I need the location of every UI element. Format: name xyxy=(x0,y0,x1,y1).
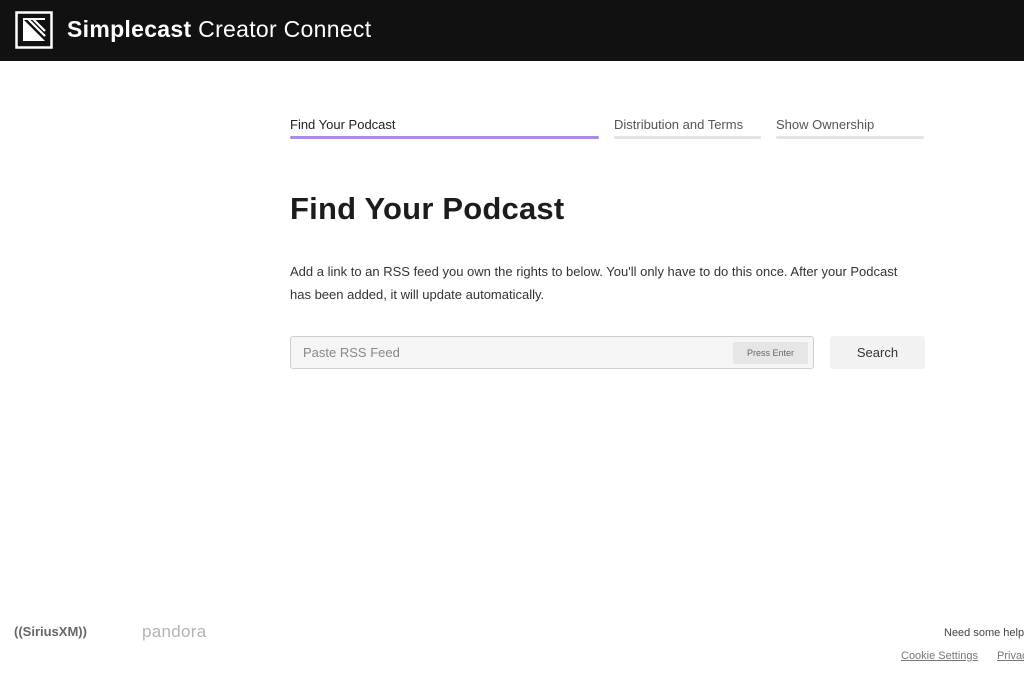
brand-name: Simplecast xyxy=(67,16,192,42)
siriusxm-logo: ((SiriusXM)) xyxy=(14,624,87,639)
brand-product: Creator Connect xyxy=(198,16,372,42)
help-text: Need some help xyxy=(944,627,1024,639)
rss-feed-input[interactable] xyxy=(291,337,721,368)
page-description: Add a link to an RSS feed you own the ri… xyxy=(290,264,898,302)
step-indicator xyxy=(290,136,599,139)
search-button[interactable]: Search xyxy=(830,336,925,369)
simplecast-logo-icon[interactable] xyxy=(15,11,53,49)
step-show-ownership[interactable]: Show Ownership xyxy=(776,117,924,139)
rss-feed-field: Press Enter xyxy=(290,336,814,369)
step-find-your-podcast[interactable]: Find Your Podcast xyxy=(290,117,599,139)
step-indicator xyxy=(776,136,924,139)
step-distribution-and-terms[interactable]: Distribution and Terms xyxy=(614,117,761,139)
pandora-logo: pandora xyxy=(142,622,207,641)
page-title: Find Your Podcast xyxy=(290,191,565,226)
top-bar: Simplecast Creator Connect xyxy=(0,0,1024,61)
brand-title: Simplecast Creator Connect xyxy=(67,16,371,43)
privacy-link[interactable]: Privacy xyxy=(997,650,1024,662)
step-label: Find Your Podcast xyxy=(290,117,396,132)
step-label: Show Ownership xyxy=(776,117,875,132)
step-label: Distribution and Terms xyxy=(614,117,744,132)
step-indicator xyxy=(614,136,761,139)
press-enter-hint: Press Enter xyxy=(733,342,808,364)
cookie-settings-link[interactable]: Cookie Settings xyxy=(901,650,978,662)
